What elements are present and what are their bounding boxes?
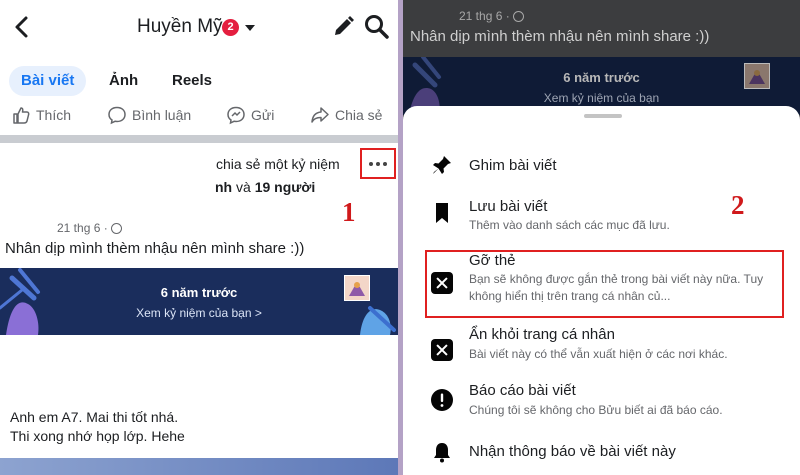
profile-header: Huyền Mỹ 2 xyxy=(0,0,398,56)
memory-card[interactable]: 6 năm trước Xem kỷ niệm của bạn > xyxy=(0,268,398,335)
dot-icon xyxy=(376,161,380,166)
memory-title: 6 năm trước xyxy=(563,70,640,85)
post-share-text: chia sẻ một kỷ niệm xyxy=(216,156,340,172)
post-options-sheet: 2 Ghim bài viết Lưu bài viết Thêm vào da… xyxy=(403,106,800,475)
post-action-bar: Thích Bình luận Gửi Chia sẻ xyxy=(0,100,398,130)
close-square-icon xyxy=(431,339,453,361)
pencil-icon[interactable] xyxy=(330,14,356,40)
profile-tabs: Bài viết Ảnh Reels xyxy=(0,62,398,98)
alert-circle-icon xyxy=(431,389,453,411)
pin-icon xyxy=(433,156,451,174)
memory-thumbnail xyxy=(744,63,770,89)
dot-icon xyxy=(383,161,387,166)
caption-line-2: Thi xong nhớ họp lớp. Hehe xyxy=(10,428,185,444)
option-title: Báo cáo bài viết xyxy=(469,382,576,399)
chevron-down-icon[interactable] xyxy=(245,25,255,31)
tagged-prefix: nh xyxy=(215,179,233,195)
post-date-text: 21 thg 6 · xyxy=(459,9,510,23)
sheet-drag-handle[interactable] xyxy=(584,114,622,118)
like-label: Thích xyxy=(36,107,72,123)
option-description: Thêm vào danh sách các mục đã lưu. xyxy=(469,218,670,232)
post-caption: Anh em A7. Mai thi tốt nhá. Thi xong nhớ… xyxy=(10,408,185,446)
option-title: Ẩn khỏi trang cá nhân xyxy=(469,326,615,343)
tagged-conjunction: và xyxy=(232,179,255,195)
bell-icon xyxy=(434,443,450,463)
caption-line-1: Anh em A7. Mai thi tốt nhá. xyxy=(10,409,179,425)
tab-reels[interactable]: Reels xyxy=(172,66,212,96)
thumbs-up-icon xyxy=(13,107,30,124)
left-screen: Huyền Mỹ 2 Bài viết Ảnh Reels Thích Bình… xyxy=(0,0,398,475)
globe-icon xyxy=(512,10,524,22)
option-title: Ghim bài viết xyxy=(469,157,557,174)
post-date-text: 21 thg 6 · xyxy=(57,221,108,235)
option-title: Lưu bài viết xyxy=(469,198,548,215)
post-timestamp: 21 thg 6 · xyxy=(459,9,524,23)
messenger-icon xyxy=(227,106,245,125)
memory-title: 6 năm trước xyxy=(160,285,238,300)
memory-link[interactable]: Xem kỷ niệm của bạn > xyxy=(0,306,398,320)
option-title: Nhận thông báo về bài viết này xyxy=(469,443,676,460)
right-screen: 21 thg 6 · Nhân dịp mình thèm nhậu nên m… xyxy=(403,0,800,475)
memory-thumbnail xyxy=(344,275,370,301)
tab-photos[interactable]: Ảnh xyxy=(109,66,138,96)
option-description: Bài viết này có thể vẫn xuất hiện ở các … xyxy=(469,347,728,361)
send-label: Gửi xyxy=(251,107,275,123)
search-icon[interactable] xyxy=(363,13,390,40)
share-arrow-icon xyxy=(311,107,329,123)
post-timestamp: 21 thg 6 · xyxy=(57,221,122,235)
comment-button[interactable]: Bình luận xyxy=(107,104,191,126)
bookmark-icon xyxy=(436,203,448,223)
step-number-1: 1 xyxy=(342,197,356,227)
profile-name[interactable]: Huyền Mỹ xyxy=(137,16,223,38)
share-button[interactable]: Chia sẻ xyxy=(310,104,382,126)
tagged-count: 19 người xyxy=(254,179,316,195)
post-body: Nhân dịp mình thèm nhậu nên mình share :… xyxy=(5,240,305,257)
comment-label: Bình luận xyxy=(132,107,192,123)
close-square-icon xyxy=(431,272,453,294)
memory-illustration-left xyxy=(0,268,40,335)
send-button[interactable]: Gửi xyxy=(226,104,274,126)
post-image-preview xyxy=(0,458,398,475)
more-options-button[interactable] xyxy=(360,148,396,179)
back-arrow-icon[interactable] xyxy=(10,14,34,40)
tagged-people[interactable]: nh và 19 người xyxy=(215,179,315,195)
comment-icon xyxy=(108,106,126,125)
option-description: Chúng tôi sẽ không cho Bửu biết ai đã bá… xyxy=(469,403,723,417)
like-button[interactable]: Thích xyxy=(11,104,71,126)
memory-link: Xem kỷ niệm của bạn xyxy=(543,91,660,105)
notification-badge: 2 xyxy=(222,19,239,36)
post-body: Nhân dịp mình thèm nhậu nên mình share :… xyxy=(410,28,710,45)
tab-posts[interactable]: Bài viết xyxy=(9,66,87,96)
dot-icon xyxy=(369,161,373,166)
section-divider xyxy=(0,135,398,143)
option-description: Bạn sẽ không được gắn thẻ trong bài viết… xyxy=(469,272,764,303)
globe-icon xyxy=(110,222,122,234)
option-title: Gỡ thẻ xyxy=(469,252,516,269)
share-label: Chia sẻ xyxy=(335,107,383,123)
